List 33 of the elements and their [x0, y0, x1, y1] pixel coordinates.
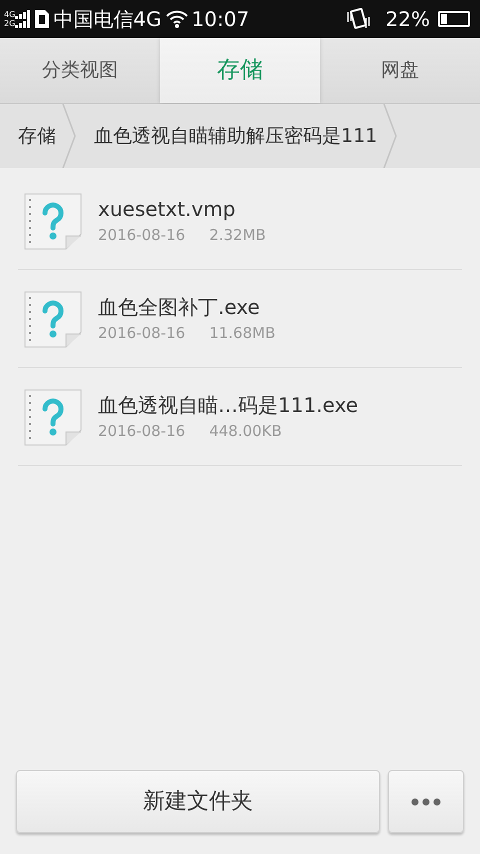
file-date: 2016-08-16: [98, 323, 186, 344]
file-name: xuesetxt.vmp: [98, 196, 236, 224]
file-date: 2016-08-16: [98, 225, 186, 246]
tab[interactable]: 分类视图: [0, 38, 160, 103]
sim-card-icon: [35, 10, 50, 28]
file-name: 血色透视自瞄…码是111.exe: [98, 392, 358, 420]
unknown-file-icon: [24, 388, 82, 446]
battery-percent: 22%: [386, 6, 430, 33]
more-button[interactable]: [388, 770, 464, 833]
network-label: 4G: [4, 10, 16, 19]
unknown-file-icon: [24, 290, 82, 348]
battery-icon: [438, 11, 470, 27]
file-size: 2.32MB: [209, 225, 266, 246]
new-folder-button[interactable]: 新建文件夹: [16, 770, 380, 833]
file-row[interactable]: 血色全图补丁.exe 2016-08-16 11.68MB: [18, 270, 462, 368]
carrier-name: 中国电信4G: [53, 6, 162, 33]
breadcrumb-item[interactable]: 血色透视自瞄辅助解压密码是111: [76, 104, 384, 168]
signal-icon: [15, 10, 32, 19]
file-size: 11.68MB: [209, 323, 276, 344]
more-icon: [411, 798, 441, 806]
tab[interactable]: 网盘: [320, 38, 480, 103]
clock-time: 10:07: [192, 6, 250, 33]
breadcrumb-item[interactable]: 存储: [0, 104, 62, 168]
signal-icon: [15, 19, 32, 28]
network-label: 2G: [4, 19, 16, 28]
file-name: 血色全图补丁.exe: [98, 294, 261, 322]
wifi-icon: [166, 10, 188, 28]
file-row[interactable]: xuesetxt.vmp 2016-08-16 2.32MB: [18, 172, 462, 270]
file-size: 448.00KB: [209, 421, 282, 442]
unknown-file-icon: [24, 192, 82, 250]
file-date: 2016-08-16: [98, 421, 186, 442]
file-row[interactable]: 血色透视自瞄…码是111.exe 2016-08-16 448.00KB: [18, 368, 462, 466]
vibrate-icon: [346, 8, 370, 30]
